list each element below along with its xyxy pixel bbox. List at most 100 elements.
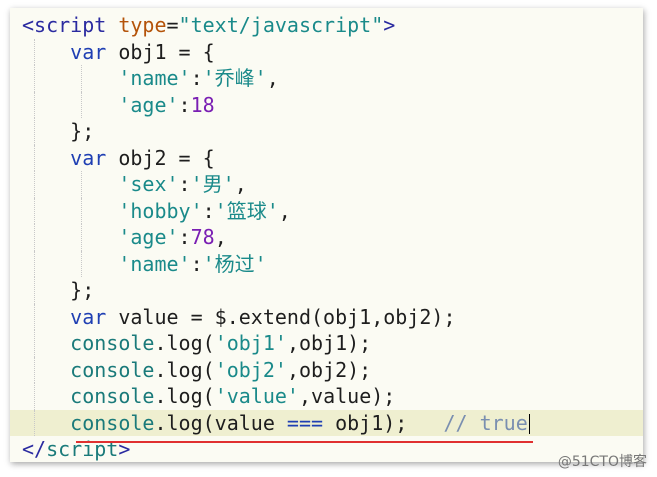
code-token: ,obj1); — [286, 331, 372, 355]
code-line[interactable]: var value = $.extend(obj1,obj2); — [10, 303, 643, 330]
code-token: : — [178, 172, 191, 196]
code-token: var — [70, 39, 107, 64]
code-token: obj2 = { — [106, 145, 215, 170]
code-token: 'hobby' — [118, 198, 203, 223]
code-token: 'name' — [118, 66, 191, 90]
text-cursor — [528, 414, 530, 434]
code-editor[interactable]: <script type="text/javascript"> var obj1… — [10, 12, 643, 462]
code-line[interactable]: }; — [10, 118, 643, 145]
code-line[interactable]: console.log('value',value); — [10, 383, 643, 410]
code-token: 'age' — [118, 225, 179, 249]
indent-guide — [34, 277, 35, 304]
code-token: ,value); — [298, 384, 396, 408]
code-token: }; — [22, 119, 95, 143]
indent-guide — [34, 383, 35, 410]
red-underline-annotation — [76, 441, 533, 443]
code-token: <script — [22, 13, 119, 37]
indent-guide — [34, 144, 35, 171]
code-line[interactable]: 'age':78, — [10, 224, 643, 251]
code-token: console — [70, 357, 155, 382]
code-line[interactable]: 'sex':'男', — [10, 171, 643, 198]
code-token: : — [178, 225, 191, 249]
code-token: console — [70, 331, 155, 355]
indent-guide — [81, 224, 82, 251]
indent-guide — [34, 250, 35, 277]
code-token: , — [266, 66, 279, 90]
code-line[interactable]: }; — [10, 277, 643, 304]
indent-guide — [34, 118, 35, 145]
code-token: obj1 = { — [106, 39, 215, 64]
code-token: : — [190, 251, 203, 276]
indent-guide — [34, 65, 35, 92]
code-editor-panel: <script type="text/javascript"> var obj1… — [10, 8, 643, 462]
code-token: 'obj1' — [214, 331, 287, 355]
code-token: .log( — [154, 331, 215, 355]
indent-guide — [34, 171, 35, 198]
code-token: ,obj2); — [286, 357, 372, 382]
code-token: 'value' — [214, 384, 299, 408]
code-token: .log( — [154, 357, 215, 382]
code-token: type — [118, 13, 167, 37]
code-token: }; — [22, 278, 95, 302]
indent-guide — [81, 65, 82, 92]
code-token: = — [166, 13, 179, 37]
code-token: '男' — [190, 172, 235, 196]
code-line[interactable]: </script> — [10, 436, 643, 462]
indent-guide — [34, 330, 35, 357]
code-token: '杨过' — [202, 251, 267, 276]
code-line[interactable]: 'name':'杨过' — [10, 250, 643, 277]
code-token: , — [234, 172, 247, 196]
code-token: value = $.extend(obj1,obj2); — [106, 304, 456, 329]
code-token: 'age' — [118, 92, 179, 117]
code-token: console — [70, 410, 155, 435]
code-token: : — [202, 198, 215, 223]
code-line[interactable]: 'age':18 — [10, 91, 643, 118]
watermark: @51CTO博客 — [557, 454, 647, 470]
code-token: .log( — [154, 384, 215, 408]
code-line[interactable]: 'hobby':'篮球', — [10, 197, 643, 224]
code-line[interactable]: var obj1 = { — [10, 38, 643, 65]
code-token: 'obj2' — [214, 357, 287, 382]
indent-guide — [34, 409, 35, 436]
code-token: : — [190, 66, 203, 90]
code-line[interactable]: console.log('obj2',obj2); — [10, 356, 643, 383]
code-line[interactable]: console.log('obj1',obj1); — [10, 330, 643, 357]
indent-guide — [34, 356, 35, 383]
indent-guide — [81, 171, 82, 198]
code-token: '篮球' — [214, 198, 279, 223]
code-line[interactable]: console.log(value === obj1); // true — [10, 409, 643, 436]
code-token: var — [70, 304, 107, 329]
code-token: '乔峰' — [202, 66, 267, 90]
code-line[interactable]: var obj2 = { — [10, 144, 643, 171]
indent-guide — [81, 197, 82, 224]
code-line[interactable]: <script type="text/javascript"> — [10, 12, 643, 39]
code-token: var — [70, 145, 107, 170]
indent-guide — [81, 91, 82, 118]
code-token: 18 — [190, 92, 215, 117]
code-token: === — [286, 410, 324, 435]
code-token: , — [214, 225, 227, 249]
code-token: console — [70, 384, 155, 408]
code-token: : — [178, 92, 191, 117]
code-token: // true — [443, 410, 528, 435]
indent-guide — [81, 250, 82, 277]
code-token: obj1); — [323, 410, 444, 435]
code-token: 'sex' — [118, 172, 179, 196]
code-token: > — [383, 13, 396, 37]
indent-guide — [34, 38, 35, 65]
code-token: , — [278, 198, 291, 223]
code-line[interactable]: 'name':'乔峰', — [10, 65, 643, 92]
